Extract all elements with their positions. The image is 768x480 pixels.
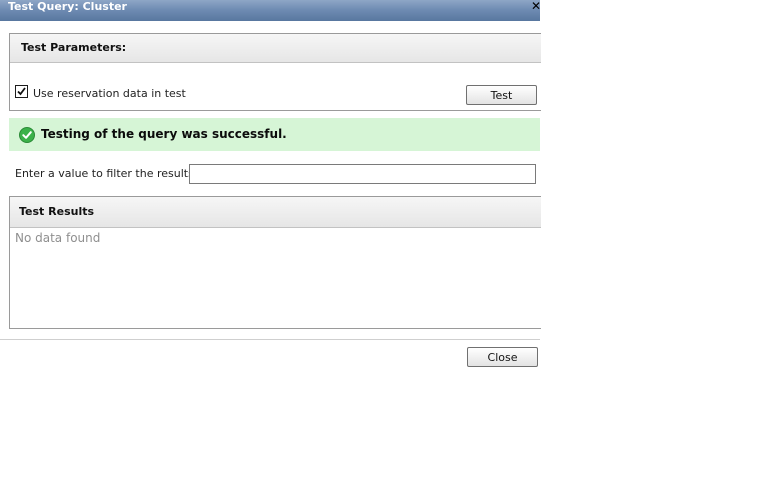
- test-results-panel: Test Results No data found: [9, 196, 541, 329]
- footer-divider: [0, 339, 540, 340]
- use-reservation-checkbox[interactable]: [15, 85, 28, 98]
- filter-input[interactable]: [189, 164, 536, 184]
- title-bar[interactable]: Test Query: Cluster ✕: [0, 0, 541, 21]
- filter-label: Enter a value to filter the results: [15, 167, 194, 180]
- test-results-header: Test Results: [10, 197, 541, 228]
- close-icon[interactable]: ✕: [531, 0, 541, 13]
- close-button[interactable]: Close: [467, 347, 538, 367]
- success-message: Testing of the query was successful.: [41, 127, 287, 141]
- dialog-title: Test Query: Cluster: [8, 0, 127, 13]
- use-reservation-label[interactable]: Use reservation data in test: [33, 87, 186, 101]
- no-data-text: No data found: [15, 231, 101, 245]
- check-circle-icon: [19, 127, 35, 143]
- success-message-banner: Testing of the query was successful.: [9, 118, 540, 151]
- test-button[interactable]: Test: [466, 85, 537, 105]
- checkmark-icon: [17, 87, 26, 96]
- test-parameters-header: Test Parameters:: [10, 34, 541, 63]
- test-parameters-panel: Test Parameters: Use reservation data in…: [9, 33, 541, 111]
- test-query-dialog: Test Query: Cluster ✕ Test Parameters: U…: [0, 0, 541, 480]
